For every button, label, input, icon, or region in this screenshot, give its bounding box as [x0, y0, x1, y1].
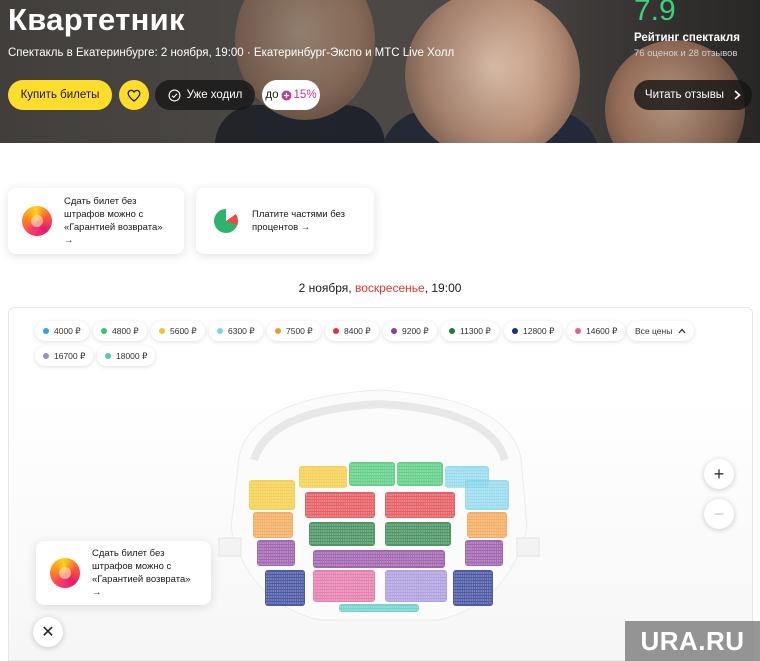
price-filter-chip[interactable]: 11300 ₽: [441, 321, 499, 341]
seat-block[interactable]: [305, 492, 375, 518]
price-filter-label: 9200 ₽: [402, 325, 429, 336]
seat-block[interactable]: [253, 512, 293, 538]
rating-count: 76 оценок и 28 отзывов: [634, 48, 738, 59]
chevron-right-icon: [734, 90, 741, 100]
price-filter-label: 6300 ₽: [228, 325, 255, 336]
session-date-part: 2 ноября,: [298, 281, 355, 295]
price-filter-chip[interactable]: 12800 ₽: [504, 321, 563, 341]
session-weekday: воскресенье: [354, 281, 425, 295]
plus-prefix: до: [265, 89, 279, 101]
price-color-dot: [512, 328, 518, 334]
rating-value: 7.9: [634, 0, 676, 27]
price-filter-chip[interactable]: 4000 ₽: [35, 321, 89, 341]
price-color-dot: [333, 328, 339, 334]
price-filter-label: 16700 ₽: [54, 350, 86, 361]
read-reviews-label: Читать отзывы: [644, 89, 725, 101]
stage-side-box: [516, 537, 540, 557]
price-color-dot: [43, 353, 49, 359]
seat-block[interactable]: [385, 492, 455, 518]
price-filter-label: 11300 ₽: [460, 325, 491, 336]
session-time: , 19:00: [424, 281, 462, 295]
refund-guarantee-card[interactable]: Сдать билет без штрафов можно с «Гаранти…: [8, 188, 184, 254]
favorite-button[interactable]: [119, 80, 149, 110]
heart-icon: [127, 89, 141, 102]
price-color-dot: [275, 328, 281, 334]
price-filter-chip[interactable]: 14600 ₽: [567, 321, 626, 341]
plus-cashback-badge[interactable]: до 15%: [262, 80, 320, 110]
event-page: Квартетник Спектакль в Екатеринбурге: 2 …: [0, 0, 760, 661]
price-filter-label: 8400 ₽: [344, 325, 371, 336]
price-filter-label: 4800 ₽: [112, 325, 139, 336]
close-button[interactable]: ✕: [33, 617, 63, 647]
price-filter-label: 18000 ₽: [116, 350, 148, 361]
plus-percent: 15%: [293, 89, 317, 101]
price-color-dot: [105, 353, 111, 359]
price-color-dot: [43, 328, 49, 334]
split-payment-text: Платите частями без процентов →: [252, 209, 345, 233]
price-color-dot: [217, 328, 223, 334]
hero-banner: Квартетник Спектакль в Екатеринбурге: 2 …: [0, 0, 760, 143]
price-color-dot: [101, 328, 107, 334]
zoom-in-button[interactable]: +: [704, 459, 734, 489]
watermark-logo: URA.RU: [625, 621, 760, 661]
refund-guarantee-icon: [50, 558, 80, 588]
rating-label: Рейтинг спектакля: [634, 32, 740, 44]
already-went-label: Уже ходил: [186, 89, 243, 101]
split-payment-card[interactable]: Платите частями без процентов →: [196, 188, 374, 254]
split-payment-icon: [214, 209, 238, 233]
all-prices-label: Все цены: [635, 326, 673, 336]
price-color-dot: [159, 328, 165, 334]
price-filter-label: 5600 ₽: [170, 325, 197, 336]
plus-icon: [281, 90, 291, 100]
price-filter-chip[interactable]: 9200 ₽: [383, 321, 437, 341]
seating-map[interactable]: [209, 388, 549, 628]
map-refund-promo-text: Сдать билет без штрафов можно с «Гаранти…: [92, 548, 191, 598]
zoom-out-button[interactable]: −: [704, 499, 734, 529]
price-filter-label: 14600 ₽: [586, 325, 618, 336]
check-circle-icon: [168, 89, 181, 101]
seat-block[interactable]: [339, 604, 419, 612]
price-filter-chip[interactable]: 4800 ₽: [93, 321, 147, 341]
price-filter-chip[interactable]: 8400 ₽: [325, 321, 379, 341]
price-filter-chip[interactable]: 16700 ₽: [35, 346, 94, 366]
chevron-up-icon: [678, 328, 686, 334]
refund-guarantee-icon: [22, 206, 52, 236]
price-filter-chip[interactable]: 7500 ₽: [267, 321, 321, 341]
refund-guarantee-text: Сдать билет без штрафов можно с «Гаранти…: [64, 196, 163, 246]
price-color-dot: [449, 328, 455, 334]
price-filter-label: 12800 ₽: [523, 325, 555, 336]
price-filter-chip[interactable]: 6300 ₽: [209, 321, 263, 341]
price-filter-chip[interactable]: 5600 ₽: [151, 321, 205, 341]
price-color-dot: [575, 328, 581, 334]
seat-block[interactable]: [467, 512, 507, 538]
price-filter-chip[interactable]: 18000 ₽: [97, 346, 156, 366]
stage-side-box: [218, 537, 242, 557]
seat-block[interactable]: [465, 540, 503, 566]
event-subtitle: Спектакль в Екатеринбурге: 2 ноября, 19:…: [8, 47, 455, 59]
buy-tickets-button[interactable]: Купить билеты: [8, 80, 112, 110]
seating-map-panel: 4000 ₽ 4800 ₽ 5600 ₽ 6300 ₽ 7500 ₽ 8400 …: [8, 307, 753, 661]
session-date: 2 ноября, воскресенье, 19:00: [0, 281, 760, 295]
read-reviews-button[interactable]: Читать отзывы: [634, 80, 752, 110]
event-title: Квартетник: [8, 2, 185, 37]
map-refund-promo-card[interactable]: Сдать билет без штрафов можно с «Гаранти…: [36, 541, 211, 605]
price-filter-label: 4000 ₽: [54, 325, 81, 336]
seat-block[interactable]: [257, 540, 295, 566]
price-filter-label: 7500 ₽: [286, 325, 313, 336]
price-color-dot: [391, 328, 397, 334]
all-prices-toggle[interactable]: Все цены: [627, 321, 695, 341]
already-went-button[interactable]: Уже ходил: [155, 80, 255, 110]
